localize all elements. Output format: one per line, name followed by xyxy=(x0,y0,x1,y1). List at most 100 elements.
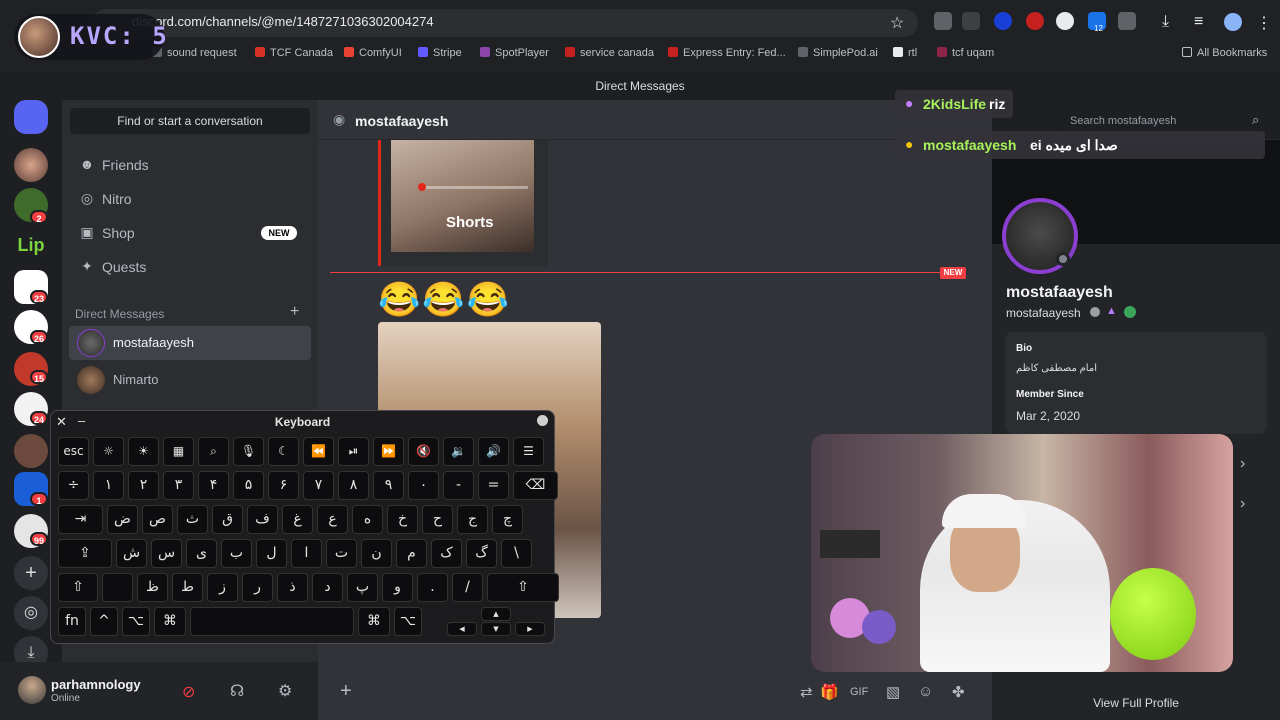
find-conversation-text[interactable]: Find or start a conversation xyxy=(70,114,310,128)
profile-avatar-icon[interactable] xyxy=(1224,13,1242,31)
number-key[interactable]: = xyxy=(478,471,509,500)
bookmark[interactable]: SpotPlayer xyxy=(480,47,549,59)
user-name[interactable]: parhamnology xyxy=(51,677,141,692)
letter-key[interactable]: ⇧ xyxy=(58,573,98,602)
letter-key[interactable]: ح xyxy=(422,505,453,534)
function-key[interactable]: ☼ xyxy=(93,437,124,466)
nav-nitro[interactable]: ◎ Nitro xyxy=(72,184,312,214)
puzzle-icon[interactable] xyxy=(1118,12,1136,30)
bookmark[interactable]: TCF Canada xyxy=(255,47,333,59)
number-key[interactable]: ۲ xyxy=(128,471,159,500)
function-key[interactable]: ⌕ xyxy=(198,437,229,466)
arrow-right-key[interactable]: ▶ xyxy=(515,622,545,636)
letter-key[interactable]: ع xyxy=(317,505,348,534)
number-key[interactable]: - xyxy=(443,471,474,500)
space-key[interactable] xyxy=(190,607,354,636)
bookmark[interactable]: SimplePod.ai xyxy=(798,47,878,59)
emoji-icon[interactable]: ☺ xyxy=(918,683,933,700)
letter-key[interactable]: ⇥ xyxy=(58,505,103,534)
function-key[interactable]: esc xyxy=(58,437,89,466)
function-key[interactable]: ▦ xyxy=(163,437,194,466)
function-key[interactable]: 🎙 xyxy=(233,437,264,466)
bookmark[interactable]: Stripe xyxy=(418,47,462,59)
nav-friends[interactable]: ☻ Friends xyxy=(72,150,312,180)
number-key[interactable]: ۹ xyxy=(373,471,404,500)
extension-icon[interactable] xyxy=(994,12,1012,30)
number-key[interactable]: ۴ xyxy=(198,471,229,500)
letter-key[interactable]: م xyxy=(396,539,427,568)
number-key[interactable]: ۰ xyxy=(408,471,439,500)
gift-icon[interactable]: 🎁 xyxy=(820,683,839,701)
url-text[interactable]: discord.com/channels/@me/148727103630200… xyxy=(132,14,434,29)
arrow-down-key[interactable]: ▼ xyxy=(481,622,511,636)
letter-key[interactable]: ج xyxy=(457,505,488,534)
letter-key[interactable]: ل xyxy=(256,539,287,568)
function-key[interactable]: ⏩ xyxy=(373,437,404,466)
bookmark-star-icon[interactable]: ☆ xyxy=(890,13,904,33)
letter-key[interactable]: ب xyxy=(221,539,252,568)
gif-icon[interactable]: GIF xyxy=(850,686,868,698)
function-key[interactable]: ☾ xyxy=(268,437,299,466)
bookmark[interactable]: rtl xyxy=(893,47,917,59)
letter-key[interactable]: ظ xyxy=(137,573,168,602)
video-progress-handle[interactable] xyxy=(418,183,426,191)
number-key[interactable]: ۶ xyxy=(268,471,299,500)
letter-key[interactable]: ز xyxy=(207,573,238,602)
function-key[interactable]: ☰ xyxy=(513,437,544,466)
letter-key[interactable]: ث xyxy=(177,505,208,534)
settings-gear-icon[interactable]: ⚙ xyxy=(278,681,292,701)
number-key[interactable]: ⌫ xyxy=(513,471,558,500)
function-key[interactable]: 🔇 xyxy=(408,437,439,466)
function-key[interactable]: ☀ xyxy=(128,437,159,466)
letter-key[interactable]: ر xyxy=(242,573,273,602)
letter-key[interactable]: . xyxy=(417,573,448,602)
letter-key[interactable]: ذ xyxy=(277,573,308,602)
headphones-icon[interactable]: ☊ xyxy=(230,681,244,701)
letter-key[interactable]: ی xyxy=(186,539,217,568)
letter-key[interactable]: ص xyxy=(142,505,173,534)
extension-icon[interactable] xyxy=(1026,12,1044,30)
function-key[interactable]: ⏯ xyxy=(338,437,369,466)
server-icon[interactable] xyxy=(14,434,48,468)
modifier-key[interactable]: ⌥ xyxy=(122,607,150,636)
discord-home-icon[interactable] xyxy=(14,100,48,134)
bookmark[interactable]: service canada xyxy=(565,47,654,59)
letter-key[interactable]: ط xyxy=(172,573,203,602)
sticker-icon[interactable]: ▧ xyxy=(886,683,900,701)
number-key[interactable]: ۳ xyxy=(163,471,194,500)
letter-key[interactable]: ت xyxy=(326,539,357,568)
server-icon[interactable] xyxy=(14,148,48,182)
nav-quests[interactable]: ✦ Quests xyxy=(72,252,312,282)
letter-key[interactable]: غ xyxy=(282,505,313,534)
letter-key[interactable]: ق xyxy=(212,505,243,534)
server-icon[interactable]: Lip xyxy=(14,228,48,262)
search-icon[interactable]: ⌕ xyxy=(1252,112,1259,128)
bookmark[interactable]: Express Entry: Fed... xyxy=(668,47,786,59)
arrow-up-key[interactable]: ▲ xyxy=(481,607,511,621)
letter-key[interactable]: ض xyxy=(107,505,138,534)
shorts-thumbnail[interactable] xyxy=(391,140,534,252)
letter-key[interactable]: پ xyxy=(347,573,378,602)
arrow-left-key[interactable]: ◀ xyxy=(447,622,477,636)
search-placeholder[interactable]: Search mostafaayesh xyxy=(1070,115,1176,127)
number-key[interactable]: ۸ xyxy=(338,471,369,500)
attach-plus-icon[interactable]: + xyxy=(340,680,352,703)
function-key[interactable]: ⏪ xyxy=(303,437,334,466)
apps-icon[interactable]: ✤ xyxy=(952,683,965,701)
menu-icon[interactable]: ≡ xyxy=(1194,13,1203,31)
create-dm-icon[interactable]: + xyxy=(290,303,299,321)
letter-key[interactable]: خ xyxy=(387,505,418,534)
dm-item[interactable]: mostafaayesh xyxy=(69,326,311,360)
number-key[interactable]: ÷ xyxy=(58,471,89,500)
letter-key[interactable]: چ xyxy=(492,505,523,534)
mic-muted-icon[interactable]: ⊘ xyxy=(182,682,195,702)
letter-key[interactable]: ش xyxy=(116,539,147,568)
chevron-right-icon[interactable]: › xyxy=(1240,455,1245,473)
function-key[interactable]: 🔉 xyxy=(443,437,474,466)
modifier-key[interactable]: ⌘ xyxy=(154,607,186,636)
modifier-key[interactable]: ⌥ xyxy=(394,607,422,636)
letter-key[interactable] xyxy=(102,573,133,602)
bookmark[interactable]: tcf uqam xyxy=(937,47,994,59)
chat-recipient-name[interactable]: mostafaayesh xyxy=(355,113,448,129)
options-icon[interactable] xyxy=(537,415,548,426)
